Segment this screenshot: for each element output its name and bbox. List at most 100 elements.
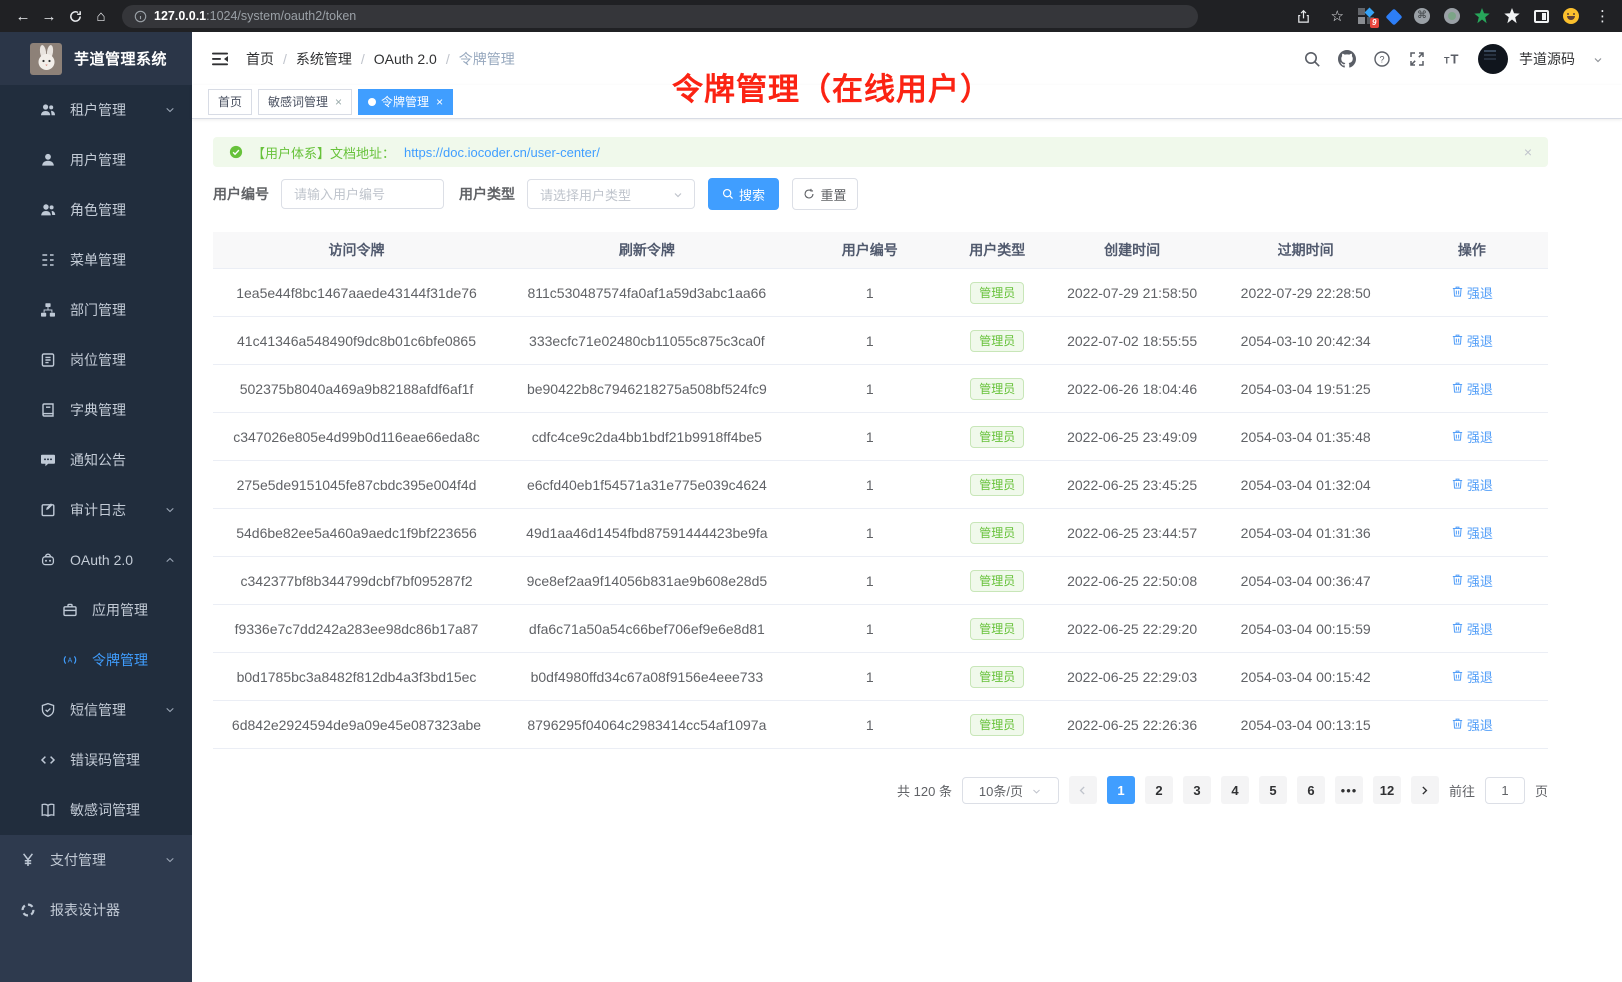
- breadcrumb-item[interactable]: 系统管理: [296, 49, 352, 69]
- page-number-button[interactable]: 1: [1107, 776, 1135, 804]
- force-logout-button[interactable]: 强退: [1451, 571, 1493, 590]
- page-number-button[interactable]: 3: [1183, 776, 1211, 804]
- force-logout-button[interactable]: 强退: [1451, 427, 1493, 446]
- doc-link[interactable]: https://doc.iocoder.cn/user-center/: [404, 145, 600, 160]
- created-time-cell: 2022-06-26 18:04:46: [1049, 381, 1216, 397]
- expire-time-cell: 2022-07-29 22:28:50: [1216, 285, 1396, 301]
- column-header: 访问令牌: [213, 240, 500, 260]
- sidebar-item-user[interactable]: 用户管理: [0, 135, 192, 185]
- app-logo[interactable]: 芋道管理系统: [0, 32, 192, 85]
- access-token-cell: 54d6be82ee5a460a9aedc1f9bf223656: [213, 525, 500, 541]
- extension-green-star-icon[interactable]: [1474, 8, 1490, 24]
- page-tab[interactable]: 令牌管理×: [358, 89, 453, 115]
- sidebar-item-notice[interactable]: 通知公告: [0, 435, 192, 485]
- reset-button[interactable]: 重置: [792, 178, 858, 210]
- force-logout-button[interactable]: 强退: [1451, 379, 1493, 398]
- user-type-cell: 管理员: [946, 474, 1049, 496]
- sidebar-item-menu[interactable]: 菜单管理: [0, 235, 192, 285]
- prev-page-button[interactable]: [1069, 776, 1097, 804]
- avatar[interactable]: [1478, 44, 1508, 74]
- alert-close-icon[interactable]: ×: [1524, 144, 1532, 160]
- svg-text:?: ?: [1379, 54, 1384, 64]
- username[interactable]: 芋道源码: [1519, 49, 1575, 69]
- search-button[interactable]: 搜索: [708, 178, 779, 210]
- sidebar-item-report[interactable]: 报表设计器: [0, 885, 192, 935]
- browser-menu-icon[interactable]: ⋮: [1593, 7, 1612, 25]
- refresh-token-cell: 8796295f04064c2983414cc54af1097a: [500, 717, 794, 733]
- sidebar-item-sms[interactable]: 短信管理: [0, 685, 192, 735]
- back-icon[interactable]: ←: [10, 8, 36, 25]
- sidebar-item-errcode[interactable]: 错误码管理: [0, 735, 192, 785]
- created-time-cell: 2022-06-25 23:49:09: [1049, 429, 1216, 445]
- user-id-input[interactable]: [281, 179, 444, 209]
- force-logout-button[interactable]: 强退: [1451, 283, 1493, 302]
- user-type-badge: 管理员: [970, 474, 1024, 496]
- fullscreen-icon[interactable]: [1408, 50, 1426, 68]
- force-logout-button[interactable]: 强退: [1451, 667, 1493, 686]
- home-icon[interactable]: ⌂: [88, 8, 114, 25]
- extension-gem-icon[interactable]: [1386, 9, 1403, 26]
- close-tab-icon[interactable]: ×: [335, 95, 342, 109]
- hamburger-icon[interactable]: [210, 49, 230, 69]
- sidebar-item-dict[interactable]: 字典管理: [0, 385, 192, 435]
- next-page-button[interactable]: [1411, 776, 1439, 804]
- page-tab[interactable]: 敏感词管理 ×: [258, 89, 352, 115]
- user-type-select[interactable]: 请选择用户类型: [527, 179, 695, 209]
- search-icon[interactable]: [1303, 50, 1321, 68]
- help-icon[interactable]: ?: [1373, 50, 1391, 68]
- reload-icon[interactable]: [62, 8, 88, 25]
- sidebar-item-oauth[interactable]: OAuth 2.0: [0, 535, 192, 585]
- bookmark-star-icon[interactable]: ☆: [1331, 7, 1344, 25]
- page-number-button[interactable]: 6: [1297, 776, 1325, 804]
- sidebar-item-post[interactable]: 岗位管理: [0, 335, 192, 385]
- breadcrumb-item[interactable]: 首页: [246, 49, 274, 69]
- sidebar-item-app[interactable]: 应用管理: [0, 585, 192, 635]
- sidebar-item-sensitive[interactable]: 敏感词管理: [0, 785, 192, 835]
- tab-label: 敏感词管理: [268, 93, 328, 110]
- force-logout-button[interactable]: 强退: [1451, 331, 1493, 350]
- refresh-token-cell: 333ecfc71e02480cb11055c875c3ca0f: [500, 333, 794, 349]
- sidebar-item-role[interactable]: 角色管理: [0, 185, 192, 235]
- breadcrumb-item[interactable]: OAuth 2.0: [374, 51, 437, 67]
- goto-page-input[interactable]: [1485, 777, 1525, 804]
- goto-label: 前往: [1449, 781, 1475, 800]
- force-logout-button[interactable]: 强退: [1451, 523, 1493, 542]
- extension-grid-icon[interactable]: 9: [1358, 8, 1374, 24]
- sidebar-item-tenant[interactable]: 租户管理: [0, 85, 192, 135]
- sidebar-item-audit[interactable]: 审计日志: [0, 485, 192, 535]
- user-type-cell: 管理员: [946, 666, 1049, 688]
- sidebar-item-label: 租户管理: [70, 100, 126, 120]
- github-icon[interactable]: [1338, 50, 1356, 68]
- force-logout-button[interactable]: 强退: [1451, 475, 1493, 494]
- user-id-cell: 1: [794, 573, 946, 589]
- annotation-title: 令牌管理（在线用户）: [672, 64, 992, 109]
- share-icon[interactable]: [1291, 8, 1317, 25]
- extension-record-icon[interactable]: [1444, 8, 1460, 24]
- sidebar-item-dept[interactable]: 部门管理: [0, 285, 192, 335]
- force-logout-button[interactable]: 强退: [1451, 619, 1493, 638]
- sidebar-item-pay[interactable]: 支付管理: [0, 835, 192, 885]
- page-size-select[interactable]: 10条/页: [962, 777, 1059, 804]
- sensitive-icon: [40, 802, 56, 818]
- profile-emoji-icon[interactable]: [1563, 8, 1579, 24]
- sidebar-item-token[interactable]: A令牌管理: [0, 635, 192, 685]
- page-tab[interactable]: 首页: [208, 89, 252, 115]
- page-number-button[interactable]: 4: [1221, 776, 1249, 804]
- close-tab-icon[interactable]: ×: [436, 95, 443, 109]
- pagination: 共 120 条10条/页123456•••12前往页: [213, 776, 1548, 804]
- font-size-icon[interactable]: TT: [1443, 50, 1461, 68]
- user-type-cell: 管理员: [946, 378, 1049, 400]
- side-panel-icon[interactable]: [1534, 10, 1549, 23]
- force-logout-button[interactable]: 强退: [1451, 715, 1493, 734]
- extension-command-icon[interactable]: ⌘: [1414, 8, 1430, 24]
- user-caret-icon[interactable]: [1592, 53, 1604, 65]
- user-id-cell: 1: [794, 429, 946, 445]
- extension-white-star-icon[interactable]: [1504, 8, 1520, 24]
- page-number-button[interactable]: 12: [1373, 776, 1401, 804]
- forward-icon[interactable]: →: [36, 8, 62, 25]
- search-button-icon: [722, 188, 734, 200]
- page-number-button[interactable]: 5: [1259, 776, 1287, 804]
- created-time-cell: 2022-06-25 22:29:20: [1049, 621, 1216, 637]
- page-number-button[interactable]: 2: [1145, 776, 1173, 804]
- address-bar[interactable]: 127.0.0.1:1024/system/oauth2/token: [122, 5, 1198, 28]
